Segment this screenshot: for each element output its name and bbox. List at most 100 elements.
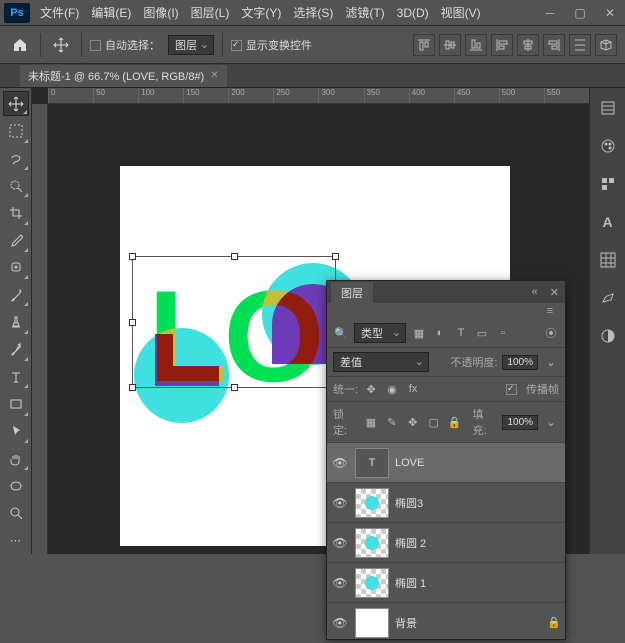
close-panel-icon[interactable]: ✕ <box>544 286 565 299</box>
filter-smart-icon[interactable]: ▫ <box>495 325 511 341</box>
visibility-icon[interactable]: 👁 <box>331 536 349 550</box>
lock-position-icon[interactable]: ✥ <box>405 414 421 430</box>
hand-tool[interactable] <box>3 446 29 471</box>
close-tab-icon[interactable]: ✕ <box>210 70 218 81</box>
menu-file[interactable]: 文件(F) <box>34 0 85 26</box>
lock-all-icon[interactable]: 🔒 <box>447 414 463 430</box>
align-vcenter-icon[interactable] <box>439 34 461 56</box>
search-icon[interactable]: 🔍 <box>333 325 349 341</box>
auto-select-target-dropdown[interactable]: 图层 <box>168 35 214 55</box>
unify-style-icon[interactable]: fx <box>405 381 421 397</box>
fill-value[interactable]: 100% <box>502 415 538 430</box>
swatches-panel-icon[interactable] <box>594 172 622 196</box>
layer-name[interactable]: 背景 <box>395 615 417 631</box>
filter-adjust-icon[interactable]: ◐ <box>432 325 448 341</box>
layer-thumbnail[interactable]: T <box>355 448 389 478</box>
unify-position-icon[interactable]: ✥ <box>363 381 379 397</box>
align-right-icon[interactable] <box>543 34 565 56</box>
layers-tab[interactable]: 图层 <box>331 282 373 303</box>
layers-panel-header[interactable]: 图层 « ✕ <box>327 281 565 303</box>
menu-select[interactable]: 选择(S) <box>287 0 339 26</box>
history-panel-icon[interactable] <box>594 96 622 120</box>
healing-tool[interactable] <box>3 255 29 280</box>
transform-bounding-box[interactable] <box>132 256 336 388</box>
lasso-tool[interactable] <box>3 146 29 171</box>
layer-thumbnail[interactable] <box>355 488 389 518</box>
move-tool-icon[interactable] <box>49 33 73 57</box>
lock-artboard-icon[interactable]: ▢ <box>426 414 442 430</box>
layer-row[interactable]: 👁 椭圆3 <box>327 483 565 523</box>
home-icon[interactable] <box>8 33 32 57</box>
layer-thumbnail[interactable] <box>355 608 389 638</box>
rectangle-tool[interactable] <box>3 391 29 416</box>
lock-pixels-icon[interactable]: ✎ <box>384 414 400 430</box>
3d-mode-icon[interactable] <box>595 34 617 56</box>
menu-view[interactable]: 视图(V) <box>435 0 487 26</box>
auto-select-checkbox[interactable]: 自动选择： <box>90 37 160 53</box>
visibility-icon[interactable]: 👁 <box>331 616 349 630</box>
align-bottom-icon[interactable] <box>465 34 487 56</box>
opacity-dropdown-icon[interactable]: ⌄ <box>543 354 559 370</box>
adjustments-panel-icon[interactable] <box>594 324 622 348</box>
marquee-tool[interactable] <box>3 118 29 143</box>
brush-tool[interactable] <box>3 282 29 307</box>
distribute-icon[interactable] <box>569 34 591 56</box>
transform-handle[interactable] <box>129 384 136 391</box>
styles-panel-icon[interactable] <box>594 286 622 310</box>
transform-handle[interactable] <box>129 319 136 326</box>
eyedropper-tool[interactable] <box>3 228 29 253</box>
menu-filter[interactable]: 滤镜(T) <box>339 0 390 26</box>
zoom-tool[interactable] <box>3 501 29 526</box>
collapse-icon[interactable]: « <box>526 286 544 298</box>
layer-row[interactable]: 👁 背景 🔒 <box>327 603 565 643</box>
visibility-icon[interactable]: 👁 <box>331 576 349 590</box>
layer-row[interactable]: 👁 T LOVE <box>327 443 565 483</box>
propagate-frame-checkbox[interactable] <box>506 384 517 395</box>
menu-3d[interactable]: 3D(D) <box>391 0 435 26</box>
layer-thumbnail[interactable] <box>355 568 389 598</box>
layer-thumbnail[interactable] <box>355 528 389 558</box>
layer-name[interactable]: 椭圆3 <box>395 495 423 511</box>
quick-select-tool[interactable] <box>3 173 29 198</box>
layers-panel[interactable]: 图层 « ✕ ≡ 🔍 类型 ▦ ◐ T ▭ ▫ ⦿ 差值 不透明度: 100% … <box>326 280 566 640</box>
filter-type-icon[interactable]: T <box>453 325 469 341</box>
filter-toggle-icon[interactable]: ⦿ <box>543 325 559 341</box>
show-transform-checkbox[interactable]: 显示变换控件 <box>231 37 312 53</box>
layer-row[interactable]: 👁 椭圆 1 <box>327 563 565 603</box>
unify-visibility-icon[interactable]: ◉ <box>384 381 400 397</box>
align-hcenter-icon[interactable] <box>517 34 539 56</box>
move-tool[interactable] <box>3 91 29 116</box>
opacity-value[interactable]: 100% <box>502 355 538 370</box>
stamp-tool[interactable] <box>3 309 29 334</box>
close-button[interactable]: ✕ <box>595 0 625 26</box>
type-tool[interactable] <box>3 364 29 389</box>
filter-type-dropdown[interactable]: 类型 <box>354 323 406 343</box>
transform-handle[interactable] <box>231 384 238 391</box>
transform-handle[interactable] <box>231 253 238 260</box>
ellipse-tool[interactable] <box>3 473 29 498</box>
layer-name[interactable]: 椭圆 2 <box>395 535 426 551</box>
menu-layer[interactable]: 图层(L) <box>185 0 236 26</box>
filter-pixel-icon[interactable]: ▦ <box>411 325 427 341</box>
lock-transparent-icon[interactable]: ▦ <box>363 414 379 430</box>
layer-name[interactable]: LOVE <box>395 457 424 469</box>
minimize-button[interactable]: ─ <box>535 0 565 26</box>
edit-toolbar[interactable]: ⋯ <box>3 528 29 553</box>
character-panel-icon[interactable]: A <box>594 210 622 234</box>
layer-row[interactable]: 👁 椭圆 2 <box>327 523 565 563</box>
transform-handle[interactable] <box>129 253 136 260</box>
path-select-tool[interactable] <box>3 419 29 444</box>
layer-name[interactable]: 椭圆 1 <box>395 575 426 591</box>
panel-menu-icon[interactable]: ≡ <box>541 305 559 317</box>
visibility-icon[interactable]: 👁 <box>331 456 349 470</box>
filter-shape-icon[interactable]: ▭ <box>474 325 490 341</box>
paragraph-panel-icon[interactable] <box>594 248 622 272</box>
visibility-icon[interactable]: 👁 <box>331 496 349 510</box>
transform-handle[interactable] <box>332 253 339 260</box>
color-panel-icon[interactable] <box>594 134 622 158</box>
align-left-icon[interactable] <box>491 34 513 56</box>
maximize-button[interactable]: ▢ <box>565 0 595 26</box>
align-top-icon[interactable] <box>413 34 435 56</box>
blend-mode-dropdown[interactable]: 差值 <box>333 352 429 372</box>
document-tab[interactable]: 未标题-1 @ 66.7% (LOVE, RGB/8#) ✕ <box>20 65 227 87</box>
